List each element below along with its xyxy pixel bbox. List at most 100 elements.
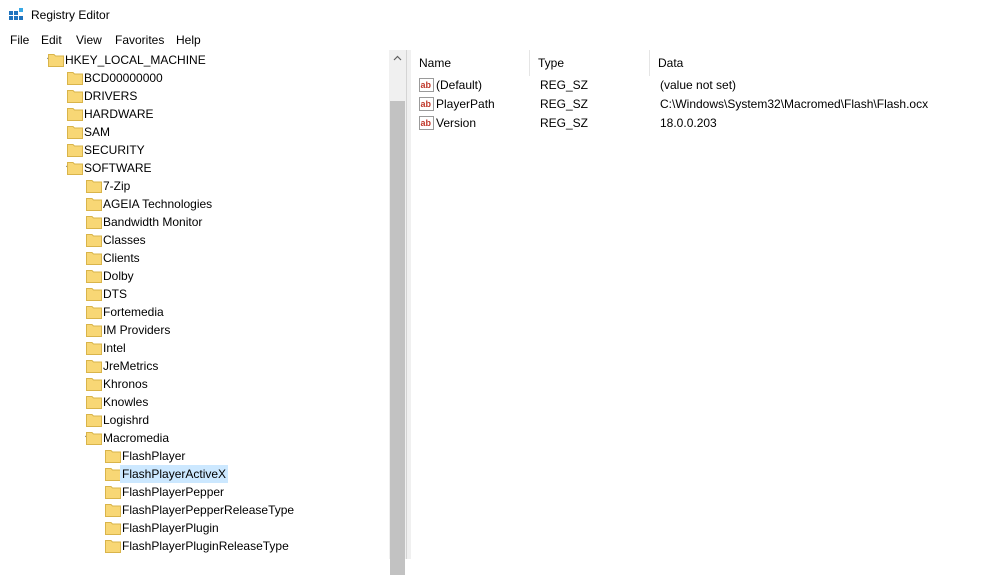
tree-item-label: Intel <box>103 341 126 355</box>
folder-icon <box>67 126 83 139</box>
tree-item[interactable]: FlashPlayerPepper <box>0 483 389 501</box>
tree-item-label: Bandwidth Monitor <box>103 215 203 229</box>
folder-icon <box>86 270 102 283</box>
tree-item[interactable]: Intel <box>0 339 389 357</box>
tree-item[interactable]: IM Providers <box>0 321 389 339</box>
menu-help[interactable]: Help <box>175 33 202 47</box>
tree-item-label: FlashPlayerPlugin <box>122 521 219 535</box>
string-value-icon: ab <box>419 97 434 111</box>
folder-icon <box>67 162 83 175</box>
tree-item[interactable]: Classes <box>0 231 389 249</box>
column-header-type[interactable]: Type <box>530 50 650 76</box>
registry-editor-icon <box>9 8 23 20</box>
column-header-data[interactable]: Data <box>650 50 986 76</box>
tree-item-label: Clients <box>103 251 140 265</box>
folder-icon <box>86 216 102 229</box>
folder-icon <box>86 288 102 301</box>
folder-icon <box>86 342 102 355</box>
folder-icon <box>67 144 83 157</box>
tree-item[interactable]: Logishrd <box>0 411 389 429</box>
tree-item[interactable]: AGEIA Technologies <box>0 195 389 213</box>
tree-item-label: BCD00000000 <box>84 71 163 85</box>
tree-item[interactable]: BCD00000000 <box>0 69 389 87</box>
value-name: Version <box>436 116 477 130</box>
tree-item[interactable]: FlashPlayerPluginReleaseType <box>0 537 389 555</box>
tree-item[interactable]: Khronos <box>0 375 389 393</box>
folder-icon <box>86 306 102 319</box>
tree-item-label: IM Providers <box>103 323 171 337</box>
tree-item-label: FlashPlayer <box>122 449 186 463</box>
tree-item[interactable]: Bandwidth Monitor <box>0 213 389 231</box>
folder-icon <box>86 396 102 409</box>
tree-item[interactable]: SECURITY <box>0 141 389 159</box>
tree-item[interactable]: FlashPlayer <box>0 447 389 465</box>
folder-icon <box>86 360 102 373</box>
folder-icon <box>86 414 102 427</box>
svg-text:ab: ab <box>421 99 432 109</box>
scroll-thumb[interactable] <box>390 101 405 575</box>
value-name: (Default) <box>436 78 483 92</box>
tree-item[interactable]: Knowles <box>0 393 389 411</box>
tree-item-label: Dolby <box>103 269 134 283</box>
tree-item[interactable]: 7-Zip <box>0 177 389 195</box>
value-data: (value not set) <box>660 78 737 92</box>
tree-item-label: Knowles <box>103 395 149 409</box>
column-header-name[interactable]: Name <box>411 50 530 76</box>
menu-edit[interactable]: Edit <box>40 33 63 47</box>
tree-item[interactable]: DRIVERS <box>0 87 389 105</box>
tree-item[interactable]: JreMetrics <box>0 357 389 375</box>
menu-view[interactable]: View <box>75 33 103 47</box>
tree-item[interactable]: FlashPlayerActiveX <box>0 465 389 483</box>
folder-icon <box>105 450 121 463</box>
value-type: REG_SZ <box>540 78 589 92</box>
registry-tree[interactable]: HKEY_LOCAL_MACHINE BCD00000000 DRIVERS HARD… <box>0 50 406 559</box>
window-title: Registry Editor <box>31 8 110 22</box>
values-list[interactable]: Name Type Data ab (Default) REG_SZ (value n… <box>411 50 986 559</box>
tree-item[interactable]: Dolby <box>0 267 389 285</box>
menu-file[interactable]: File <box>9 33 30 47</box>
tree-item[interactable]: Clients <box>0 249 389 267</box>
folder-icon <box>86 180 102 193</box>
tree-item-label: Macromedia <box>103 431 170 445</box>
svg-text:ab: ab <box>421 80 432 90</box>
tree-item[interactable]: Fortemedia <box>0 303 389 321</box>
folder-icon <box>105 504 121 517</box>
value-row[interactable]: ab PlayerPath REG_SZ C:\Windows\System32\Ma… <box>411 95 986 114</box>
title-bar: Registry Editor <box>0 0 986 30</box>
value-data: 18.0.0.203 <box>660 116 717 130</box>
folder-icon <box>86 432 102 445</box>
menu-bar: File Edit View Favorites Help <box>0 30 986 50</box>
folder-icon <box>105 540 121 553</box>
folder-icon <box>86 234 102 247</box>
tree-item-label: FlashPlayerPepper <box>122 485 225 499</box>
tree-item[interactable]: SOFTWARE <box>0 159 389 177</box>
tree-item[interactable]: Macromedia <box>0 429 389 447</box>
tree-scrollbar[interactable] <box>389 50 406 575</box>
value-type: REG_SZ <box>540 116 589 130</box>
value-row[interactable]: ab (Default) REG_SZ (value not set) <box>411 76 986 95</box>
tree-item-label: SECURITY <box>84 143 145 157</box>
tree-item-label: HKEY_LOCAL_MACHINE <box>65 53 206 67</box>
tree-item[interactable]: FlashPlayerPepperReleaseType <box>0 501 389 519</box>
value-row[interactable]: ab Version REG_SZ 18.0.0.203 <box>411 114 986 133</box>
string-value-icon: ab <box>419 78 434 92</box>
menu-favorites[interactable]: Favorites <box>114 33 165 47</box>
string-value-icon: ab <box>419 116 434 130</box>
tree-item[interactable]: HARDWARE <box>0 105 389 123</box>
scroll-up-arrow-icon[interactable] <box>389 50 406 67</box>
folder-icon <box>86 324 102 337</box>
tree-item-label: SAM <box>84 125 111 139</box>
tree-item-label: Fortemedia <box>103 305 164 319</box>
tree-item[interactable]: SAM <box>0 123 389 141</box>
folder-icon <box>105 468 121 481</box>
tree-item-label: FlashPlayerPluginReleaseType <box>122 539 289 553</box>
folder-icon <box>67 90 83 103</box>
tree-item[interactable]: HKEY_LOCAL_MACHINE <box>0 51 389 69</box>
tree-item-label: HARDWARE <box>84 107 154 121</box>
tree-item[interactable]: FlashPlayerPlugin <box>0 519 389 537</box>
tree-item-label: DRIVERS <box>84 89 138 103</box>
tree-item-label: Logishrd <box>103 413 150 427</box>
tree-item[interactable]: DTS <box>0 285 389 303</box>
tree-item-label: SOFTWARE <box>84 161 152 175</box>
folder-icon <box>48 54 64 67</box>
